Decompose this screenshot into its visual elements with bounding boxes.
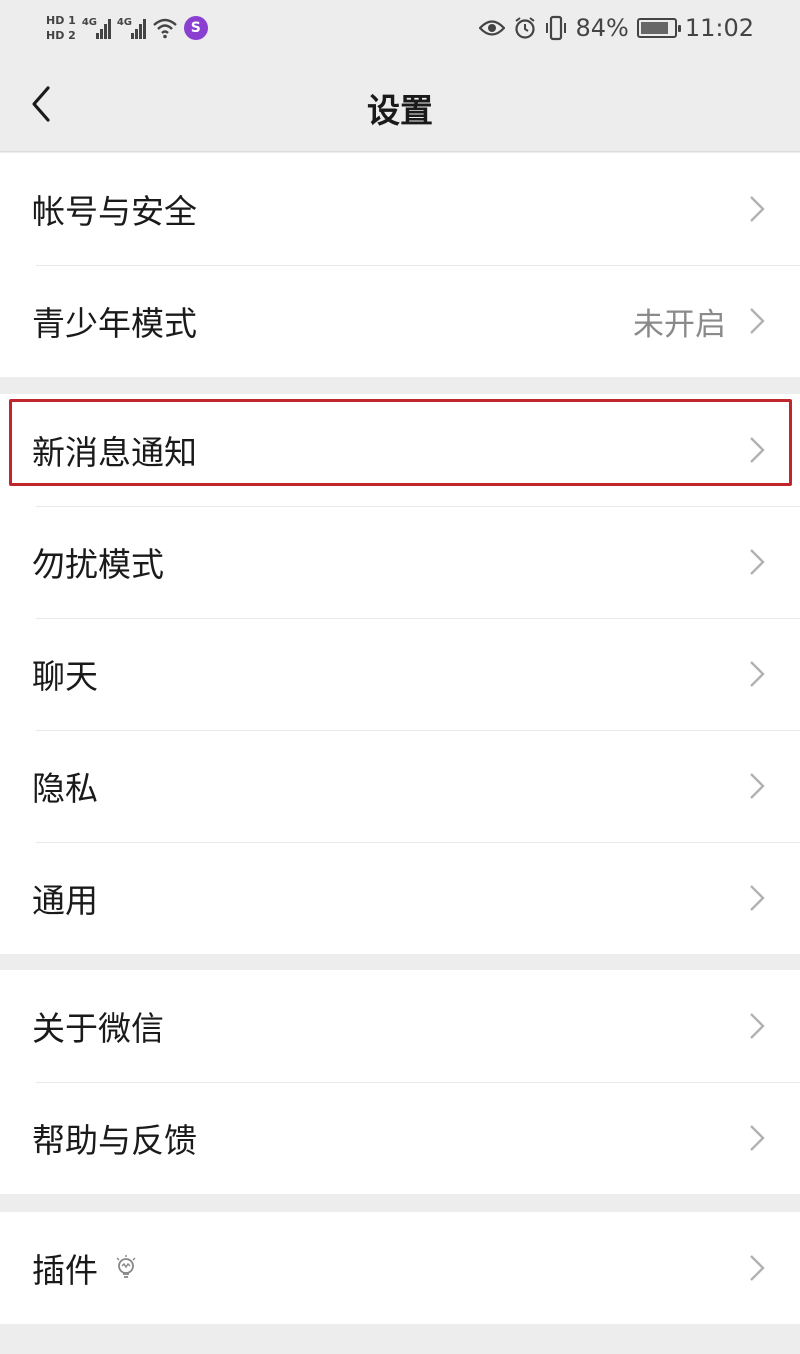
row-label-text: 插件 xyxy=(32,1251,98,1290)
signal-icon-2: 4G xyxy=(117,17,146,39)
chevron-right-icon xyxy=(750,437,765,463)
row-value: 未开启 xyxy=(633,306,726,343)
chevron-right-icon xyxy=(750,1013,765,1039)
row-label: 插件 xyxy=(32,1244,138,1292)
row-label: 关于微信 xyxy=(32,1009,164,1048)
status-left: HD 1 HD 2 4G 4G S xyxy=(46,6,208,50)
row-label: 勿扰模式 xyxy=(32,545,164,584)
hd2-indicator: HD 2 xyxy=(46,28,76,42)
settings-row-do-not-disturb[interactable]: 勿扰模式 xyxy=(0,506,800,618)
hd1-indicator: HD 1 xyxy=(46,13,76,27)
chevron-right-icon xyxy=(750,661,765,687)
settings-row-chat[interactable]: 聊天 xyxy=(0,618,800,730)
signal-icon-1: 4G xyxy=(82,17,111,39)
row-label: 通用 xyxy=(32,881,98,920)
wifi-icon xyxy=(153,18,177,39)
chevron-right-icon xyxy=(750,773,765,799)
settings-group-about: 关于微信 帮助与反馈 xyxy=(0,970,800,1194)
battery-percent: 84% xyxy=(575,14,629,42)
vibrate-icon xyxy=(546,15,567,41)
status-right: 84% 11:02 xyxy=(479,10,754,46)
row-label: 新消息通知 xyxy=(32,433,197,472)
row-label: 帮助与反馈 xyxy=(32,1121,197,1160)
page-title: 设置 xyxy=(367,91,433,130)
battery-icon xyxy=(636,18,681,38)
row-label: 聊天 xyxy=(32,657,98,696)
eye-icon xyxy=(479,20,506,36)
settings-group-plugins: 插件 xyxy=(0,1212,800,1324)
status-bar: HD 1 HD 2 4G 4G S 84% 11:02 xyxy=(0,0,800,56)
settings-group-account: 帐号与安全 青少年模式 未开启 xyxy=(0,153,800,377)
settings-group-general: 新消息通知 勿扰模式 聊天 隐私 通用 xyxy=(0,394,800,954)
settings-row-help-feedback[interactable]: 帮助与反馈 xyxy=(0,1082,800,1194)
chevron-right-icon xyxy=(750,549,765,575)
row-label: 帐号与安全 xyxy=(32,192,197,231)
settings-row-new-message-notification[interactable]: 新消息通知 xyxy=(0,394,800,506)
clock: 11:02 xyxy=(684,14,754,42)
lightbulb-icon xyxy=(116,1255,136,1278)
settings-row-account-security[interactable]: 帐号与安全 xyxy=(0,153,800,265)
chevron-right-icon xyxy=(750,196,765,222)
row-label: 隐私 xyxy=(32,769,98,808)
hd-indicators: HD 1 HD 2 xyxy=(46,13,76,42)
chevron-right-icon xyxy=(750,308,765,334)
settings-row-privacy[interactable]: 隐私 xyxy=(0,730,800,842)
alarm-icon xyxy=(515,17,536,39)
row-label: 青少年模式 xyxy=(32,304,197,343)
chevron-right-icon xyxy=(750,1255,765,1281)
app-badge-icon: S xyxy=(183,16,208,40)
settings-row-about-wechat[interactable]: 关于微信 xyxy=(0,970,800,1082)
settings-row-plugins[interactable]: 插件 xyxy=(0,1212,800,1324)
settings-row-general[interactable]: 通用 xyxy=(0,842,800,954)
chevron-right-icon xyxy=(750,1125,765,1151)
settings-row-teen-mode[interactable]: 青少年模式 未开启 xyxy=(0,265,800,377)
nav-bar: 设置 xyxy=(0,56,800,152)
chevron-right-icon xyxy=(750,885,765,911)
